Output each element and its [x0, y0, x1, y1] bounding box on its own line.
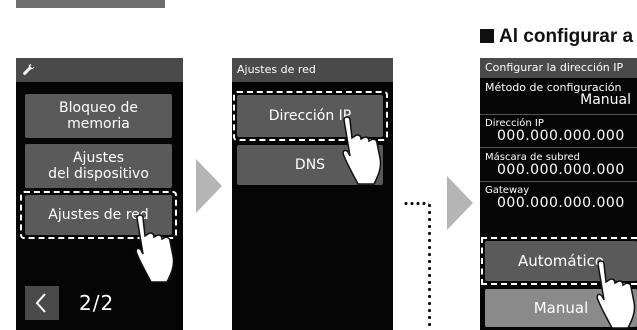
subnet-mask-row[interactable]: Máscara de subred 000.000.000.000 — [480, 152, 637, 178]
field-value: 000.000.000.000 — [497, 162, 625, 178]
button-label: Manual — [533, 299, 589, 317]
dotted-connector — [428, 202, 431, 330]
row-divider — [480, 181, 637, 182]
square-bullet-icon — [480, 29, 494, 43]
settings-screen-1: Bloqueo de memoria Ajustes del dispositi… — [16, 58, 183, 330]
network-settings-screen: Ajustes de red Dirección IP DNS — [232, 58, 393, 330]
next-step-arrow-icon — [196, 159, 222, 213]
back-button[interactable] — [25, 286, 59, 320]
memory-lock-button[interactable]: Bloqueo de memoria — [25, 94, 172, 138]
screen-header — [16, 58, 183, 82]
dotted-connector — [403, 202, 429, 205]
gateway-row[interactable]: Gateway 000.000.000.000 — [480, 185, 637, 211]
section-heading: Al configurar a — [480, 26, 633, 48]
chevron-left-icon — [35, 293, 46, 313]
pointing-hand-icon — [342, 116, 382, 185]
device-settings-button[interactable]: Ajustes del dispositivo — [25, 144, 172, 188]
next-step-arrow-icon — [447, 176, 473, 230]
ip-config-screen: Configurar la dirección IP Método de con… — [480, 58, 637, 330]
wrench-icon — [23, 64, 35, 75]
screen-title: Configurar la dirección IP — [480, 58, 637, 78]
button-label-line: Ajustes — [72, 150, 125, 166]
row-divider — [480, 114, 637, 115]
page-indicator: 2/2 — [79, 291, 115, 315]
button-label-line: Bloqueo de — [59, 100, 138, 116]
pointing-hand-icon — [596, 260, 636, 329]
config-method-row[interactable]: Método de configuración Manual — [480, 82, 637, 108]
top-bar — [16, 0, 165, 8]
button-label: DNS — [294, 157, 326, 173]
field-value: 000.000.000.000 — [497, 195, 625, 211]
screen-title: Ajustes de red — [232, 58, 393, 82]
button-label-line: memoria — [67, 116, 130, 132]
row-divider — [480, 147, 637, 148]
ip-address-row[interactable]: Dirección IP 000.000.000.000 — [480, 118, 637, 144]
config-method-value: Manual — [580, 92, 631, 108]
button-label-line: del dispositivo — [48, 166, 149, 182]
field-value: 000.000.000.000 — [497, 128, 625, 144]
pointing-hand-icon — [135, 214, 175, 283]
